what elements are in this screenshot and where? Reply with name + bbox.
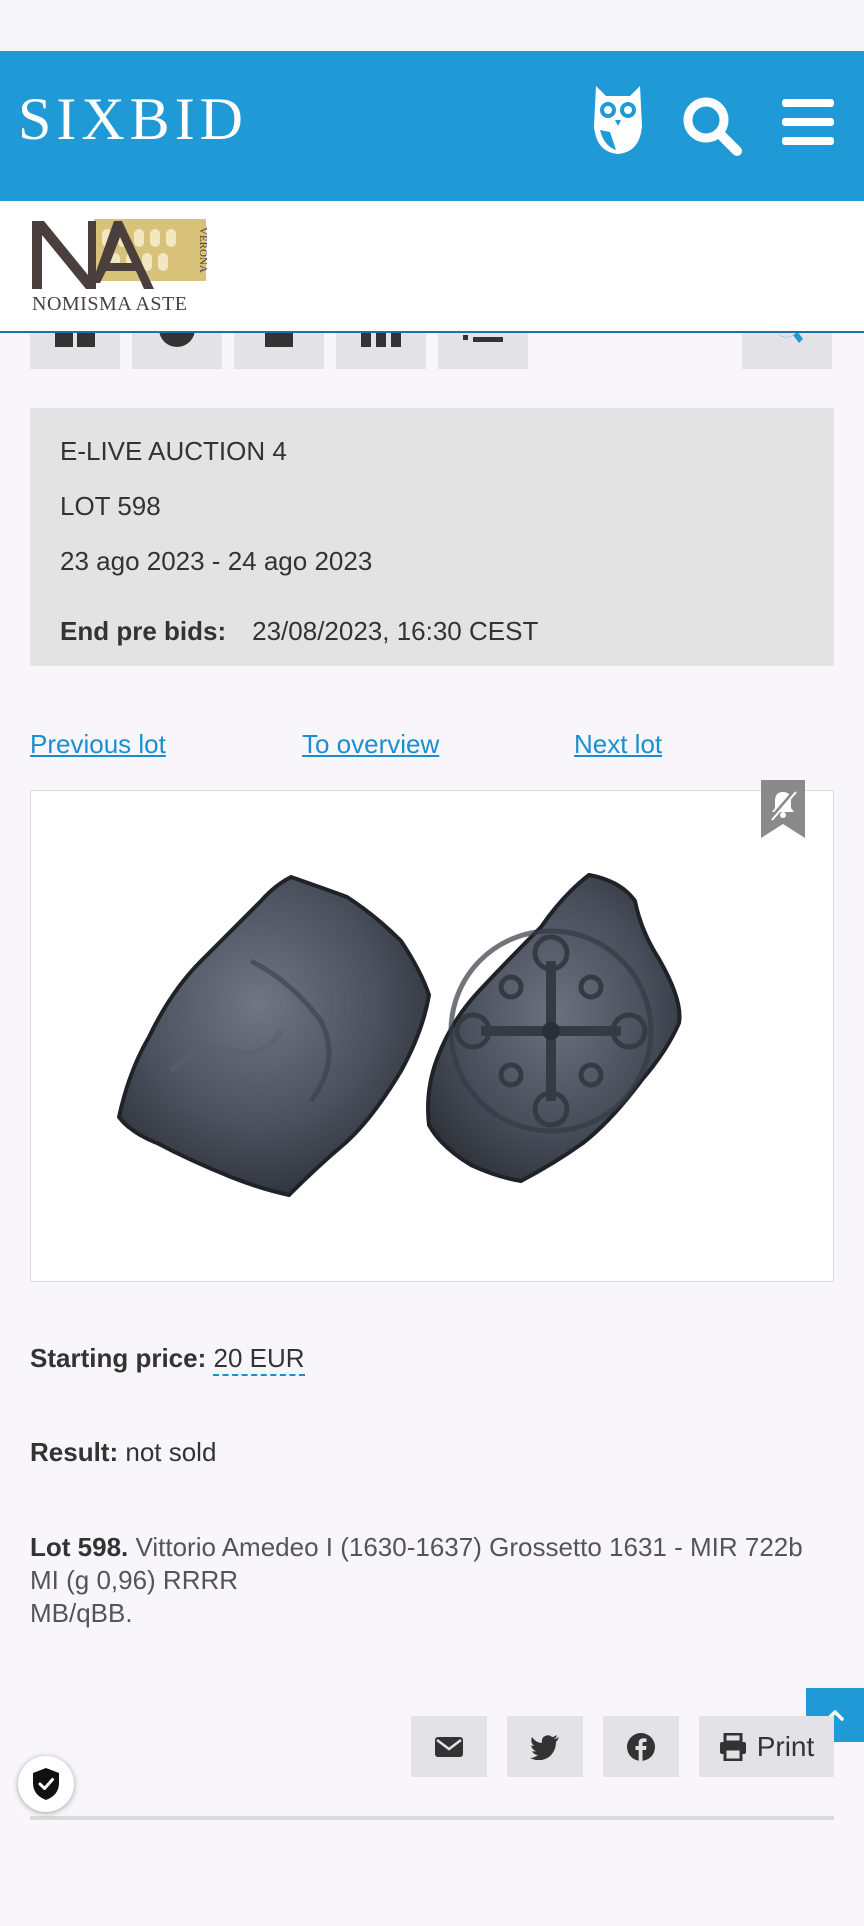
auction-title: E-LIVE AUCTION 4 (60, 436, 287, 466)
auctioneer-name: NOMISMA ASTE (32, 293, 188, 315)
sixbid-logo[interactable]: SIXBID (18, 89, 248, 149)
share-twitter-button[interactable] (507, 1716, 583, 1777)
auction-info-box: E-LIVE AUCTION 4 LOT 598 23 ago 2023 - 2… (30, 408, 834, 666)
lot-label: LOT 598 (60, 491, 161, 521)
site-header: SIXBID (0, 51, 864, 201)
end-prebids-label: End pre bids: (60, 616, 227, 646)
next-lot-link[interactable]: Next lot (574, 729, 662, 760)
result-value: not sold (125, 1437, 217, 1467)
share-bar: Print (0, 1716, 864, 1778)
search-icon[interactable] (680, 94, 744, 158)
shield-check-icon (33, 1768, 59, 1800)
auctioneer-logo[interactable]: VERONA NOMISMA ASTE (30, 217, 210, 315)
verona-label: VERONA (197, 227, 209, 273)
lot-description: Lot 598. Vittorio Amedeo I (1630-1637) G… (30, 1531, 830, 1630)
auction-dates: 23 ago 2023 - 24 ago 2023 (60, 546, 373, 576)
previous-lot-link[interactable]: Previous lot (30, 729, 166, 760)
owl-icon[interactable] (590, 80, 646, 156)
share-email-button[interactable] (411, 1716, 487, 1777)
starting-price-label: Starting price: (30, 1343, 207, 1373)
overview-link[interactable]: To overview (302, 729, 439, 760)
result-label: Result: (30, 1437, 119, 1467)
end-prebids-value: 23/08/2023, 16:30 CEST (252, 616, 539, 646)
twitter-icon (530, 1734, 559, 1760)
printer-icon (719, 1732, 746, 1761)
auctioneer-bar: VERONA NOMISMA ASTE (0, 201, 864, 333)
status-strip (0, 0, 864, 51)
starting-price: Starting price: 20 EUR (30, 1343, 305, 1376)
footer-divider (30, 1816, 834, 1820)
lot-grade: MB/qBB. (30, 1598, 133, 1628)
starting-price-value[interactable]: 20 EUR (213, 1343, 305, 1376)
hamburger-menu-icon[interactable] (780, 97, 836, 147)
lot-number: Lot 598. (30, 1532, 129, 1562)
facebook-icon (627, 1732, 655, 1761)
lot-navigation: Previous lot To overview Next lot (0, 729, 864, 761)
share-facebook-button[interactable] (603, 1716, 679, 1777)
envelope-icon (435, 1736, 463, 1757)
lot-image-card (30, 780, 834, 1282)
print-button[interactable]: Print (699, 1716, 834, 1777)
lot-result: Result: not sold (30, 1437, 216, 1468)
end-prebids: End pre bids: 23/08/2023, 16:30 CEST (60, 616, 538, 647)
bookmark-notify-icon[interactable] (761, 780, 805, 838)
print-label: Print (756, 1730, 815, 1762)
privacy-shield-button[interactable] (18, 1756, 74, 1812)
lot-description-text: Vittorio Amedeo I (1630-1637) Grossetto … (30, 1532, 803, 1595)
coin-image[interactable] (111, 871, 771, 1211)
